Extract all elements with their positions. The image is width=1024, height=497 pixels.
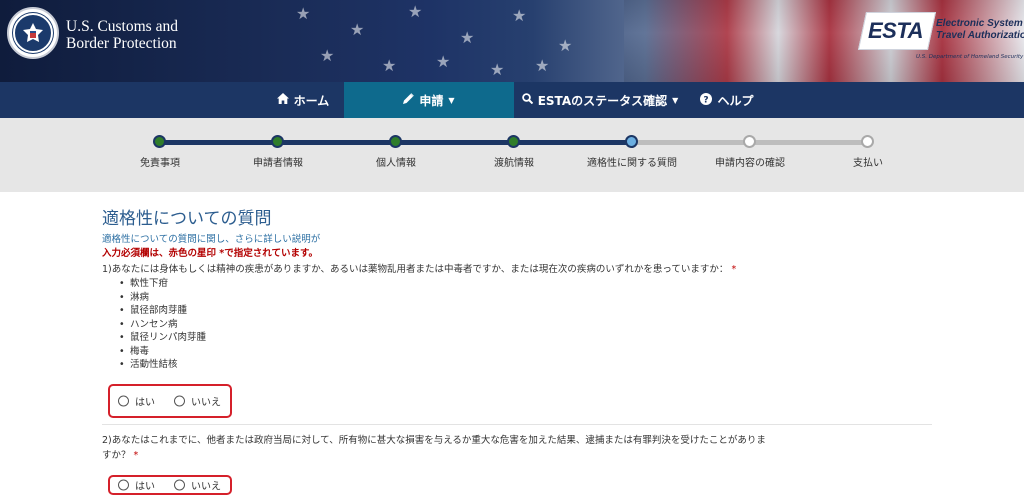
svg-text:?: ?: [704, 95, 709, 105]
pencil-icon: [403, 93, 415, 107]
list-item: ハンセン病: [119, 318, 206, 332]
progress-step-label: 個人情報: [376, 158, 416, 169]
radio-label-yes: はい: [135, 481, 155, 493]
radio-button-yes[interactable]: [118, 395, 129, 407]
required-star: *: [731, 264, 737, 275]
required-fields-note: 入力必須欄は、赤色の星印 *で指定されています。: [102, 248, 319, 259]
progress-step-node: [153, 135, 166, 148]
progress-step-node-current: [625, 135, 638, 148]
application-progress: 免責事項 申請者情報 個人情報 渡航情報 適格性に関する質問 申請内容の確認 支…: [0, 118, 1024, 192]
required-star: *: [133, 450, 139, 461]
esta-logo-text: ESTA: [868, 18, 924, 43]
question-1-yes-option[interactable]: はい: [118, 394, 155, 409]
home-icon: [276, 93, 289, 107]
dhs-seal-icon: [7, 7, 59, 59]
caret-down-icon: ▼: [672, 95, 679, 105]
esta-logo[interactable]: ESTA Electronic System for Travel Author…: [857, 10, 1024, 66]
search-icon: [521, 93, 533, 107]
radio-label-no: いいえ: [191, 397, 221, 409]
progress-step-node: [861, 135, 874, 148]
esta-logo-description: Electronic System for Travel Authorizati…: [936, 18, 1024, 41]
progress-step-label: 免責事項: [140, 158, 180, 169]
question-1-answer-group: はい いいえ: [108, 384, 232, 418]
nav-home[interactable]: ホーム: [262, 82, 344, 118]
disease-list: 軟性下疳 淋病 鼠径部肉芽腫 ハンセン病 鼠径リンパ肉芽腫 梅毒 活動性結核: [119, 277, 206, 372]
progress-step-node: [507, 135, 520, 148]
question-divider: [102, 424, 932, 425]
radio-button-no[interactable]: [174, 395, 185, 407]
progress-step-label: 申請者情報: [253, 158, 303, 169]
list-item: 淋病: [119, 291, 206, 305]
question-2-answer-group: はい いいえ: [108, 475, 232, 495]
question-1-text: 1)あなたには身体もしくは精神の疾患がありますか、あるいは薬物乱用者または中毒者…: [102, 264, 737, 275]
flag-stars-background: ★ ★ ★ ★ ★ ★ ★ ★ ★ ★ ★: [296, 2, 573, 79]
question-2-text: 2)あなたはこれまでに、他者または政府当局に対して、所有物に甚大な損害を与えるか…: [102, 435, 766, 461]
eligibility-help-link[interactable]: 適格性についての質問に関し、さらに詳しい説明が: [102, 231, 320, 245]
header-banner: ★ ★ ★ ★ ★ ★ ★ ★ ★ ★ ★ U.S. Customs and B…: [0, 0, 1024, 82]
question-circle-icon: ?: [700, 92, 713, 108]
nav-status-label: ESTAのステータス確認: [537, 93, 668, 108]
progress-step-label: 渡航情報: [494, 158, 534, 169]
radio-label-yes: はい: [135, 397, 155, 409]
list-item: 鼠径部肉芽腫: [119, 304, 206, 318]
list-item: 梅毒: [119, 345, 206, 359]
list-item: 軟性下疳: [119, 277, 206, 291]
nav-home-label: ホーム: [293, 93, 330, 108]
progress-step-label: 適格性に関する質問: [587, 158, 677, 169]
question-1-no-option[interactable]: いいえ: [174, 394, 221, 409]
agency-name[interactable]: U.S. Customs and Border Protection: [66, 18, 178, 52]
nav-status-check[interactable]: ESTAのステータス確認 ▼: [514, 82, 686, 118]
question-2-no-option[interactable]: いいえ: [174, 478, 221, 493]
progress-step-node: [743, 135, 756, 148]
nav-apply-label: 申請: [419, 93, 444, 108]
caret-down-icon: ▼: [448, 95, 455, 105]
agency-line-1: U.S. Customs and: [66, 18, 178, 35]
agency-line-2: Border Protection: [66, 35, 177, 52]
radio-button-yes[interactable]: [118, 479, 129, 491]
radio-label-no: いいえ: [191, 481, 221, 493]
page-title: 適格性についての質問: [102, 209, 272, 229]
question-2-yes-option[interactable]: はい: [118, 478, 155, 493]
nav-apply[interactable]: 申請 ▼: [344, 82, 514, 118]
progress-step-label: 支払い: [853, 158, 883, 169]
nav-help-label: ヘルプ: [717, 93, 754, 108]
nav-help[interactable]: ? ヘルプ: [686, 82, 768, 118]
list-item: 活動性結核: [119, 358, 206, 372]
main-nav: ホーム 申請 ▼ ESTAのステータス確認 ▼ ? ヘルプ: [0, 82, 1024, 118]
progress-step-node: [271, 135, 284, 148]
progress-step-label: 申請内容の確認: [715, 158, 785, 169]
radio-button-no[interactable]: [174, 479, 185, 491]
progress-step-node: [389, 135, 402, 148]
esta-logo-department: U.S. Department of Homeland Security: [916, 54, 1024, 60]
list-item: 鼠径リンパ肉芽腫: [119, 331, 206, 345]
